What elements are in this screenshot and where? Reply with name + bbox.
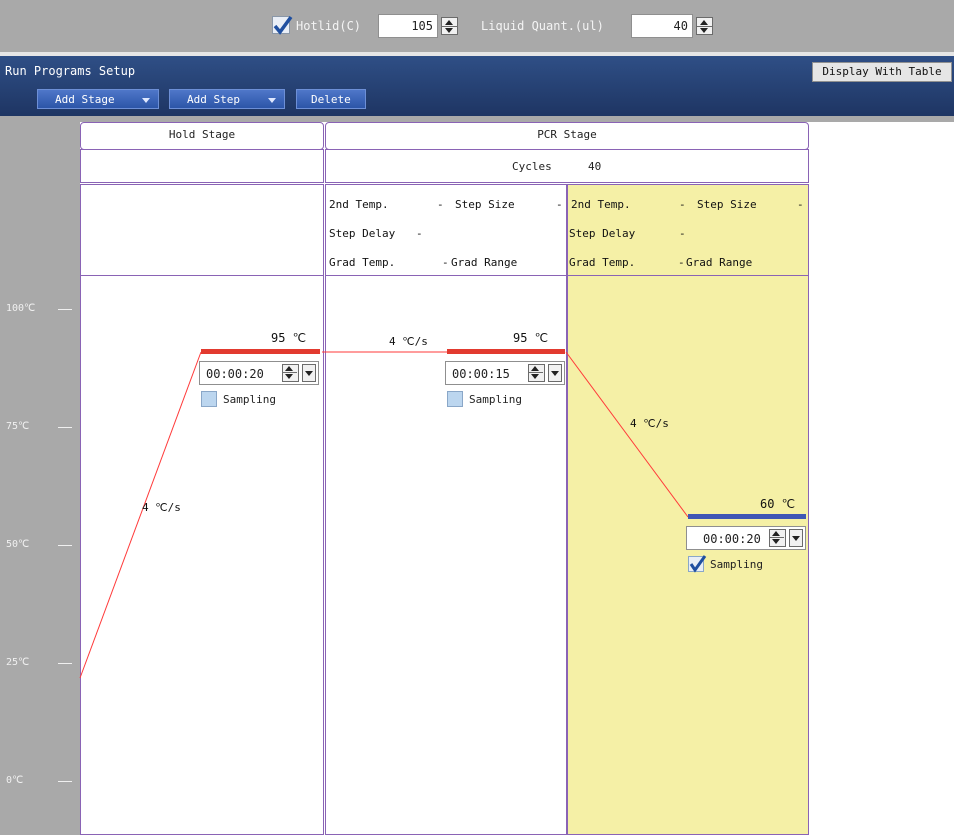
chevron-down-icon[interactable] <box>548 364 562 382</box>
step-temp[interactable]: 95 ℃ <box>513 331 548 345</box>
ramp-rate[interactable]: 4 ℃/s <box>389 335 428 348</box>
step-temp[interactable]: 95 ℃ <box>271 331 306 345</box>
step-time-value: 00:00:20 <box>703 532 761 546</box>
ramp-rate[interactable]: 4 ℃/s <box>142 501 181 514</box>
ramp-line <box>79 351 202 679</box>
checkbox-icon <box>688 555 707 573</box>
temperature-profile <box>79 351 689 679</box>
step-time-input[interactable]: 00:00:20 <box>686 526 806 550</box>
sampling-label: Sampling <box>223 393 276 406</box>
step-temp[interactable]: 60 ℃ <box>760 497 795 511</box>
hold-temp-bar[interactable] <box>201 349 320 354</box>
checkbox-icon <box>447 391 463 407</box>
checkmark-icon <box>689 555 707 573</box>
time-spinner[interactable] <box>528 364 545 382</box>
step-time-input[interactable]: 00:00:15 <box>445 361 565 385</box>
time-spinner[interactable] <box>769 529 786 547</box>
ramp-rate[interactable]: 4 ℃/s <box>630 417 669 430</box>
chevron-down-icon[interactable] <box>789 529 803 547</box>
sampling-label: Sampling <box>710 558 763 571</box>
step-time-value: 00:00:20 <box>206 367 264 381</box>
ramp-line <box>565 351 689 518</box>
sampling-label: Sampling <box>469 393 522 406</box>
time-spinner[interactable] <box>282 364 299 382</box>
step-time-value: 00:00:15 <box>452 367 510 381</box>
pcr-step2-temp-bar[interactable] <box>688 514 806 519</box>
step-time-input[interactable]: 00:00:20 <box>199 361 319 385</box>
chevron-down-icon[interactable] <box>302 364 316 382</box>
pcr-step1-temp-bar[interactable] <box>447 349 565 354</box>
checkbox-icon <box>201 391 217 407</box>
